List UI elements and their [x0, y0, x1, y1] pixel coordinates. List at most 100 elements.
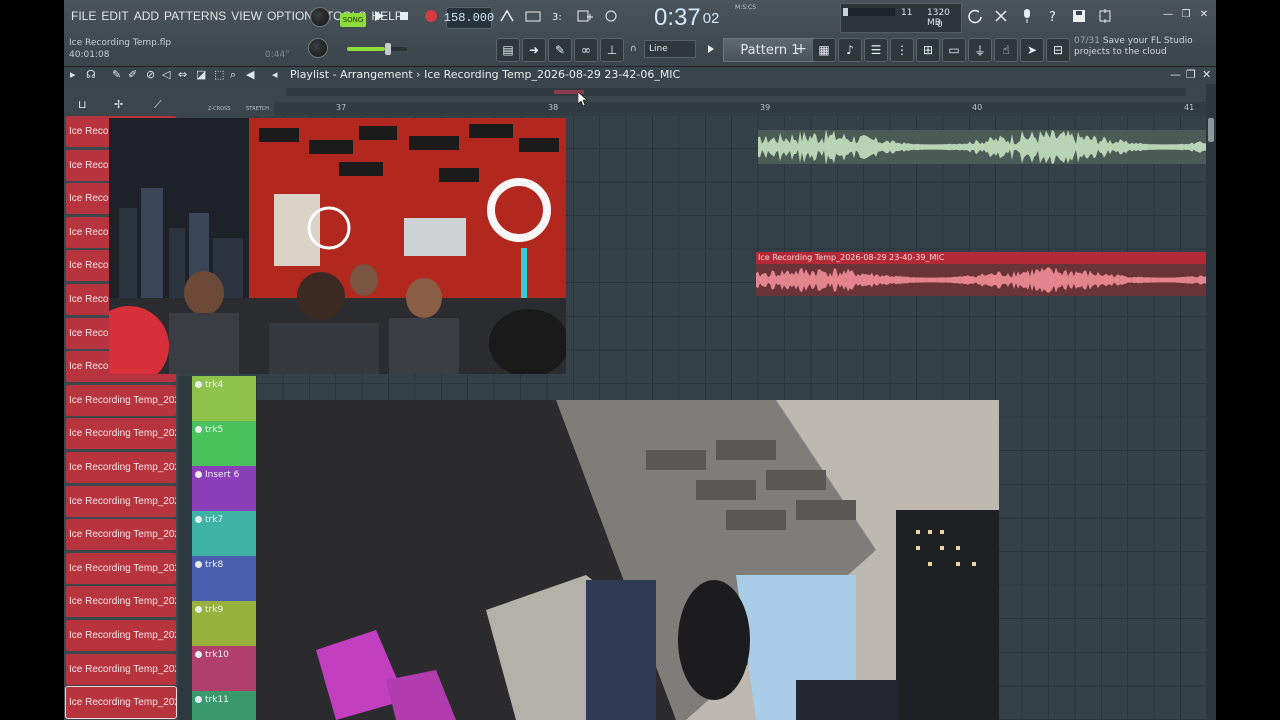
pencil-icon[interactable]: ✎	[112, 68, 121, 81]
zoom-icon[interactable]: ⌕	[230, 68, 236, 82]
playlist-minimize-icon[interactable]: —	[1170, 68, 1181, 81]
loop-record-icon[interactable]	[600, 5, 622, 27]
mixer-track-2[interactable]: Insert 6	[192, 466, 256, 511]
snap-select[interactable]: Line	[644, 40, 696, 58]
tempo-display[interactable]: 158.000	[444, 7, 494, 29]
slice-icon[interactable]: ◪	[196, 68, 206, 81]
track-label[interactable]: Ice Recording Temp_202...	[66, 586, 176, 618]
vocal-booth-scene	[256, 400, 999, 720]
studio-scene	[109, 118, 566, 374]
microphone-icon[interactable]	[1016, 5, 1038, 27]
master-volume-knob[interactable]	[310, 7, 330, 27]
playlist-close-icon[interactable]: ✕	[1202, 68, 1211, 81]
delete-icon[interactable]: ⊘	[146, 68, 155, 81]
track-label-selected[interactable]: Ice Recording Temp_202...	[65, 686, 177, 720]
mixer-track-7[interactable]: trk11	[192, 691, 256, 720]
ruler-mark: 39	[760, 103, 771, 112]
playlist-icon[interactable]: ▦	[812, 38, 836, 62]
mouse-cursor	[578, 92, 588, 106]
shop-icon[interactable]: ⊟	[1046, 38, 1070, 62]
mixer-icon[interactable]: ⋮	[890, 38, 914, 62]
track-label[interactable]: Ice Recording Temp_202...	[66, 452, 176, 483]
restore-icon[interactable]: ❐	[1180, 8, 1192, 20]
touch-icon[interactable]: ☝	[994, 38, 1018, 62]
mixer-track-3[interactable]: trk7	[192, 511, 256, 556]
record-icon[interactable]	[420, 5, 442, 27]
metronome-icon[interactable]	[496, 5, 518, 27]
link-tool-icon[interactable]: ⟋	[154, 98, 162, 112]
wait-for-input-icon[interactable]	[522, 5, 544, 27]
playlist-clip-path: Ice Recording Temp_2026-08-29 23-42-06_M…	[424, 68, 681, 81]
save-icon[interactable]	[1068, 5, 1090, 27]
minimize-icon[interactable]: —	[1162, 8, 1174, 20]
track-label[interactable]: Ice Recording Temp_202...	[66, 485, 176, 517]
horizontal-scrollbar[interactable]	[286, 88, 1186, 96]
fl-studio-window: FILE EDIT ADD PATTERNS VIEW OPTIONS TOOL…	[64, 0, 1216, 720]
magnet-icon[interactable]: ∩	[630, 44, 637, 54]
arrow-icon[interactable]: ➜	[522, 38, 546, 62]
audio-clip-waveform[interactable]	[758, 130, 1216, 164]
ruler-mark: 38	[548, 103, 559, 112]
playlist-menu-arrow-icon[interactable]: ▸	[70, 68, 76, 81]
file-icon[interactable]: ▭	[942, 38, 966, 62]
countdown-icon[interactable]: 3:	[548, 5, 570, 27]
menu-view[interactable]: VIEW	[229, 9, 265, 23]
channel-rack-icon[interactable]: ☰	[864, 38, 888, 62]
playlist-restore-icon[interactable]: ❐	[1186, 68, 1196, 81]
help-icon[interactable]: ?	[1042, 5, 1064, 27]
mixer-track-0[interactable]: trk4	[192, 376, 256, 421]
track-label[interactable]: Ice Recording Temp_202...	[66, 620, 176, 651]
undo-icon[interactable]	[964, 5, 986, 27]
song-mode-button[interactable]: SONG	[340, 13, 366, 27]
browser-icon[interactable]: ⊞	[916, 38, 940, 62]
pitch-knob[interactable]	[308, 38, 328, 58]
track-label[interactable]: Ice Recording Temp_202...	[66, 653, 176, 685]
snap-settings-icon[interactable]: ✢	[114, 98, 123, 111]
online-icon[interactable]: ➤	[1020, 38, 1044, 62]
stop-icon[interactable]	[393, 5, 415, 27]
paint-icon[interactable]: ✎	[548, 38, 572, 62]
mixer-track-4[interactable]: trk8	[192, 556, 256, 601]
mixer-track-5[interactable]: trk9	[192, 601, 256, 646]
track-label[interactable]: Ice Recording Temp_202...	[66, 552, 176, 584]
master-volume-slider[interactable]	[347, 43, 407, 55]
menu-add[interactable]: ADD	[132, 9, 162, 23]
playback-icon[interactable]: ◀	[246, 68, 254, 81]
mute-icon[interactable]: ◁	[162, 68, 170, 81]
audio-clip[interactable]: Ice Recording Temp_2026-08-29 23-40-39_M…	[756, 252, 1216, 296]
z-cross-label[interactable]: Z-CROSS	[208, 106, 230, 112]
mixer-track-dot-icon	[195, 651, 202, 658]
vertical-scrollbar[interactable]	[1206, 84, 1216, 720]
track-list-icon[interactable]: ⊔	[78, 98, 87, 111]
track-label[interactable]: Ice Recording Temp_202...	[66, 418, 176, 450]
slip-icon[interactable]: ⇔	[178, 68, 187, 81]
mixer-track-6[interactable]: trk10	[192, 646, 256, 691]
track-label[interactable]: Ice Recording Temp_202...	[66, 384, 176, 416]
plugin-database-icon[interactable]: ⏚	[968, 38, 992, 62]
mixer-track-dot-icon	[195, 471, 202, 478]
stretch-label[interactable]: STRETCH	[246, 106, 269, 112]
menu-edit[interactable]: EDIT	[99, 9, 131, 23]
link-icon[interactable]: ∞	[574, 38, 598, 62]
select-icon[interactable]: ⬚	[214, 68, 224, 81]
cut-icon[interactable]	[990, 5, 1012, 27]
play-icon[interactable]	[368, 5, 390, 27]
plugin-icon[interactable]	[1094, 5, 1116, 27]
add-pattern-icon[interactable]: +	[790, 38, 812, 60]
close-icon[interactable]: ✕	[1198, 8, 1210, 20]
headphone-icon[interactable]: ☊	[86, 68, 96, 81]
menu-patterns[interactable]: PATTERNS	[162, 9, 229, 23]
mixer-track-1[interactable]: trk5	[192, 421, 256, 466]
playlist-options-icon[interactable]: ◂	[272, 68, 278, 81]
pattern-prev-icon[interactable]	[700, 38, 722, 60]
menu-file[interactable]: FILE	[69, 9, 99, 23]
stamp-icon[interactable]: ⊥	[600, 38, 624, 62]
piano-roll-window-icon[interactable]: ♪	[838, 38, 862, 62]
brush-icon[interactable]: ✐	[128, 68, 137, 81]
piano-roll-icon[interactable]: ▤	[496, 38, 520, 62]
news-panel[interactable]: 07/31 Save your FL Studio projects to th…	[1074, 36, 1208, 62]
timeline-ruler[interactable]: 37 38 39 40 41	[274, 102, 1206, 116]
track-label[interactable]: Ice Recording Temp_202...	[66, 519, 176, 551]
step-edit-icon[interactable]	[574, 5, 596, 27]
main-toolbar: FILE EDIT ADD PATTERNS VIEW OPTIONS TOOL…	[64, 0, 1216, 67]
